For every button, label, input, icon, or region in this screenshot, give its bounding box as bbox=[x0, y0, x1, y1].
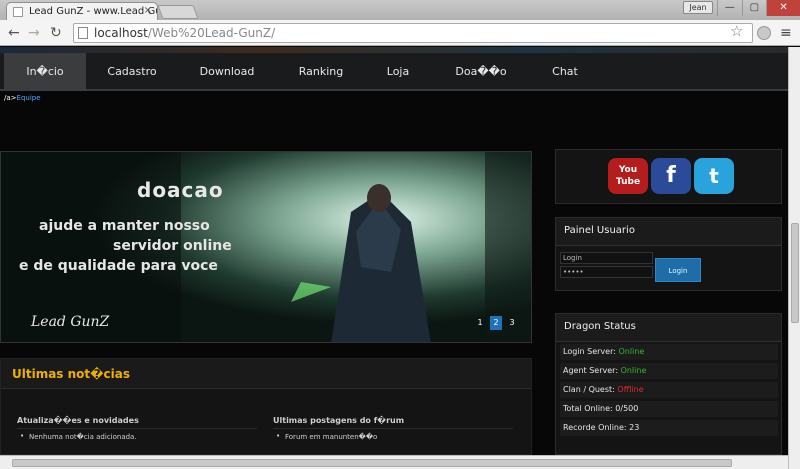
status-value: Online bbox=[620, 366, 647, 375]
tab-close-icon[interactable]: × bbox=[144, 5, 152, 16]
nav-item-ranking[interactable]: Ranking bbox=[285, 53, 357, 91]
status-row-record-online: Recorde Online: 23 bbox=[560, 420, 778, 436]
youtube-icon[interactable]: You Tube bbox=[608, 158, 648, 194]
lead-gunz-logo: Lead GunZ bbox=[31, 314, 110, 330]
status-value: 0/500 bbox=[615, 404, 639, 413]
nav-item-chat[interactable]: Chat bbox=[542, 53, 588, 91]
maximize-icon[interactable]: ▢ bbox=[741, 0, 767, 16]
page-icon bbox=[78, 27, 88, 39]
browser-tabstrip: Lead GunZ - www.Lead Gu × Jean — ▢ ✕ bbox=[0, 0, 800, 20]
tab-title: Lead GunZ - www.Lead Gu bbox=[29, 6, 158, 17]
latest-news-panel: Ultimas not�cias Atualiza��es e novidade… bbox=[0, 358, 532, 455]
forum-item: Forum em manunten��o bbox=[273, 432, 513, 441]
status-row-clan-quest: Clan / Quest: Offline bbox=[560, 382, 778, 398]
login-heading: Painel Usuario bbox=[556, 218, 781, 246]
address-bar[interactable]: localhost/Web%20Lead-GunZ/ bbox=[73, 23, 753, 43]
updates-item: Nenhuma not�cia adicionada. bbox=[17, 432, 257, 441]
slideshow-banner[interactable]: doacao ajude a manter nosso servidor onl… bbox=[0, 151, 532, 343]
nav-item-doacao[interactable]: Doa��o bbox=[450, 53, 512, 91]
facebook-icon[interactable]: f bbox=[651, 158, 691, 194]
hamburger-menu-icon[interactable]: ≡ bbox=[780, 25, 792, 41]
browser-toolbar: ← → ↻ localhost/Web%20Lead-GunZ/ bbox=[0, 20, 800, 46]
window-controls: — ▢ ✕ bbox=[717, 0, 800, 16]
banner-line-3: e de qualidade para voce bbox=[19, 258, 218, 274]
banner-line-2: servidor online bbox=[113, 238, 232, 254]
main-navigation: In�cio Cadastro Download Ranking Loja Do… bbox=[0, 53, 788, 91]
reload-icon[interactable]: ↻ bbox=[50, 25, 62, 41]
profile-user-button[interactable]: Jean bbox=[683, 1, 713, 14]
status-value: Online bbox=[618, 347, 645, 356]
nav-item-inicio[interactable]: In�cio bbox=[4, 53, 86, 91]
nav-item-loja[interactable]: Loja bbox=[376, 53, 420, 91]
nav-item-download[interactable]: Download bbox=[190, 53, 264, 91]
social-links-panel: You Tube f t bbox=[555, 149, 782, 204]
bookmark-star-icon[interactable]: ☆ bbox=[730, 22, 743, 40]
status-label: Login Server: bbox=[563, 347, 616, 356]
status-label: Clan / Quest: bbox=[563, 385, 615, 394]
forum-title: Ultimas postagens do f�rum bbox=[273, 416, 513, 429]
status-row-total-online: Total Online: 0/500 bbox=[560, 401, 778, 417]
status-row-login-server: Login Server: Online bbox=[560, 344, 778, 360]
username-input[interactable]: Login bbox=[560, 252, 653, 264]
extension-icon[interactable] bbox=[757, 26, 771, 40]
minimize-icon[interactable]: — bbox=[717, 0, 742, 16]
horizontal-scroll-thumb[interactable] bbox=[12, 459, 732, 467]
status-value: Offline bbox=[617, 385, 644, 394]
close-window-icon[interactable]: ✕ bbox=[766, 0, 800, 16]
pager-3[interactable]: 3 bbox=[506, 316, 518, 330]
status-value: 23 bbox=[629, 423, 640, 432]
status-label: Recorde Online: bbox=[563, 423, 627, 432]
server-status-panel: Dragon Status Login Server: Online Agent… bbox=[555, 313, 782, 455]
horizontal-scrollbar[interactable] bbox=[0, 455, 788, 469]
news-heading: Ultimas not�cias bbox=[12, 367, 130, 381]
pager-1[interactable]: 1 bbox=[474, 316, 486, 330]
website-page: In�cio Cadastro Download Ranking Loja Do… bbox=[0, 47, 788, 455]
login-button[interactable]: Login bbox=[655, 258, 701, 282]
forward-icon[interactable]: → bbox=[28, 25, 40, 41]
page-favicon-icon bbox=[13, 7, 23, 17]
status-label: Agent Server: bbox=[563, 366, 619, 375]
forum-column: Ultimas postagens do f�rum Forum em manu… bbox=[273, 416, 513, 441]
vertical-scrollbar[interactable] bbox=[788, 47, 800, 469]
status-heading: Dragon Status bbox=[556, 314, 781, 342]
breadcrumb-prefix: /a> bbox=[4, 94, 17, 102]
breadcrumb: /a>Equipe bbox=[4, 94, 41, 102]
breadcrumb-link-equipe[interactable]: Equipe bbox=[17, 94, 41, 102]
vertical-scroll-thumb[interactable] bbox=[791, 223, 799, 323]
back-icon[interactable]: ← bbox=[8, 25, 20, 41]
pager-2[interactable]: 2 bbox=[490, 316, 502, 330]
status-row-agent-server: Agent Server: Online bbox=[560, 363, 778, 379]
password-input[interactable]: ••••• bbox=[560, 266, 653, 278]
user-login-panel: Painel Usuario Login ••••• Login bbox=[555, 217, 782, 291]
banner-line-1: ajude a manter nosso bbox=[39, 218, 210, 234]
nav-item-cadastro[interactable]: Cadastro bbox=[96, 53, 168, 91]
status-label: Total Online: bbox=[563, 404, 613, 413]
new-tab-button[interactable] bbox=[157, 5, 199, 19]
twitter-icon[interactable]: t bbox=[694, 158, 734, 194]
url-path: /Web%20Lead-GunZ/ bbox=[147, 26, 276, 40]
url-host: localhost bbox=[94, 26, 148, 40]
slideshow-pager: 1 2 3 bbox=[474, 316, 518, 330]
updates-column: Atualiza��es e novidades Nenhuma not�cia… bbox=[17, 416, 257, 441]
updates-title: Atualiza��es e novidades bbox=[17, 416, 257, 429]
browser-tab[interactable]: Lead GunZ - www.Lead Gu × bbox=[6, 2, 158, 20]
banner-title: doacao bbox=[137, 178, 224, 202]
news-header: Ultimas not�cias bbox=[1, 359, 531, 389]
